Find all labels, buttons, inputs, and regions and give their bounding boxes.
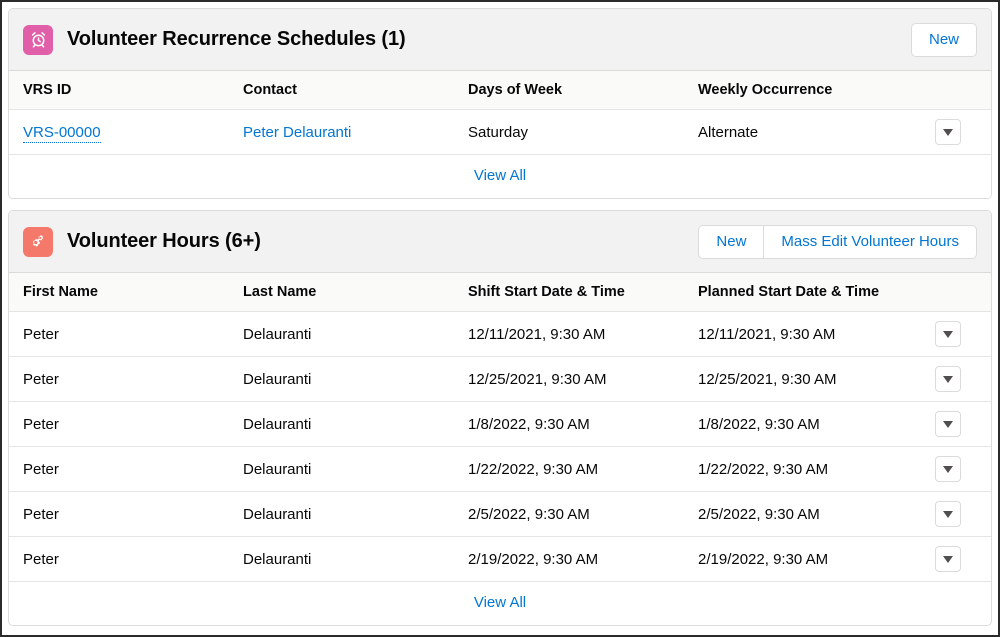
- card-header: Volunteer Hours (6+) New Mass Edit Volun…: [9, 211, 991, 273]
- cell-days-of-week: Saturday: [468, 109, 698, 155]
- cell-planned-start-date-time: 12/11/2021, 9:30 AM: [698, 311, 929, 357]
- column-header-shift-start-date-time[interactable]: Shift Start Date & Time: [468, 273, 698, 312]
- mass-edit-volunteer-hours-button[interactable]: Mass Edit Volunteer Hours: [763, 224, 977, 259]
- page-container: Volunteer Recurrence Schedules (1) New V…: [0, 0, 1000, 637]
- chevron-down-icon: [943, 128, 953, 136]
- cell-row-actions: [929, 311, 991, 357]
- new-button[interactable]: New: [698, 224, 765, 259]
- cell-shift-start-date-time: 2/5/2022, 9:30 AM: [468, 491, 698, 537]
- cell-shift-start-date-time: 1/8/2022, 9:30 AM: [468, 401, 698, 447]
- cell-planned-start-date-time: 1/8/2022, 9:30 AM: [698, 401, 929, 447]
- chevron-down-icon: [943, 555, 953, 563]
- table-row: Peter Delauranti 12/11/2021, 9:30 AM 12/11/…: [9, 311, 991, 357]
- cell-first-name: Peter: [9, 311, 243, 357]
- table-header: VRS ID Contact Days of Week Weekly Occur…: [9, 71, 991, 110]
- cell-row-actions: [929, 446, 991, 492]
- cell-first-name: Peter: [9, 356, 243, 402]
- cell-planned-start-date-time: 1/22/2022, 9:30 AM: [698, 446, 929, 492]
- cell-row-actions: [929, 109, 991, 155]
- cell-row-actions: [929, 491, 991, 537]
- card-actions: New Mass Edit Volunteer Hours: [698, 224, 977, 259]
- chevron-down-icon: [943, 375, 953, 383]
- card-footer: View All: [9, 582, 991, 625]
- cell-last-name: Delauranti: [243, 446, 468, 492]
- volunteer-recurrence-schedules-table: VRS ID Contact Days of Week Weekly Occur…: [9, 71, 991, 155]
- cell-vrs-id: VRS-00000: [9, 109, 243, 155]
- column-header-last-name[interactable]: Last Name: [243, 273, 468, 312]
- table-row: Peter Delauranti 1/22/2022, 9:30 AM 1/22/20…: [9, 446, 991, 492]
- volunteer-hours-card: Volunteer Hours (6+) New Mass Edit Volun…: [8, 210, 992, 626]
- table-body: VRS-00000 Peter Delauranti Saturday Alte…: [9, 109, 991, 155]
- cell-row-actions: [929, 401, 991, 447]
- table-row: VRS-00000 Peter Delauranti Saturday Alte…: [9, 109, 991, 155]
- alarm-clock-icon: [23, 24, 53, 55]
- table-header-row: First Name Last Name Shift Start Date & …: [9, 273, 991, 312]
- cell-first-name: Peter: [9, 536, 243, 582]
- chevron-down-icon: [943, 330, 953, 338]
- table-row: Peter Delauranti 12/25/2021, 9:30 AM 12/25/…: [9, 356, 991, 402]
- chevron-down-icon: [943, 420, 953, 428]
- table-row: Peter Delauranti 1/8/2022, 9:30 AM 1/8/2022…: [9, 401, 991, 447]
- cell-last-name: Delauranti: [243, 401, 468, 447]
- row-actions-button[interactable]: [935, 501, 961, 527]
- row-actions-button[interactable]: [935, 366, 961, 392]
- row-actions-button[interactable]: [935, 456, 961, 482]
- table-header-row: VRS ID Contact Days of Week Weekly Occur…: [9, 71, 991, 110]
- row-actions-button[interactable]: [935, 411, 961, 437]
- cell-planned-start-date-time: 2/5/2022, 9:30 AM: [698, 491, 929, 537]
- card-title: Volunteer Hours (6+): [67, 230, 261, 252]
- cell-shift-start-date-time: 1/22/2022, 9:30 AM: [468, 446, 698, 492]
- column-header-actions: [929, 71, 991, 110]
- cell-contact: Peter Delauranti: [243, 109, 468, 155]
- column-header-actions: [929, 273, 991, 312]
- card-header: Volunteer Recurrence Schedules (1) New: [9, 9, 991, 71]
- cell-last-name: Delauranti: [243, 356, 468, 402]
- column-header-first-name[interactable]: First Name: [9, 273, 243, 312]
- cell-first-name: Peter: [9, 401, 243, 447]
- chevron-down-icon: [943, 510, 953, 518]
- new-button[interactable]: New: [910, 22, 977, 57]
- table-row: Peter Delauranti 2/5/2022, 9:30 AM 2/5/2022…: [9, 491, 991, 537]
- cell-first-name: Peter: [9, 446, 243, 492]
- cell-last-name: Delauranti: [243, 536, 468, 582]
- row-actions-button[interactable]: [935, 119, 961, 145]
- cell-last-name: Delauranti: [243, 491, 468, 537]
- vrs-id-link[interactable]: VRS-00000: [23, 123, 101, 143]
- chevron-down-icon: [943, 465, 953, 473]
- cell-planned-start-date-time: 12/25/2021, 9:30 AM: [698, 356, 929, 402]
- table-body: Peter Delauranti 12/11/2021, 9:30 AM 12/11/…: [9, 311, 991, 582]
- cell-first-name: Peter: [9, 491, 243, 537]
- table-row: Peter Delauranti 2/19/2022, 9:30 AM 2/19/20…: [9, 536, 991, 582]
- volunteer-hours-table: First Name Last Name Shift Start Date & …: [9, 273, 991, 582]
- row-actions-button[interactable]: [935, 546, 961, 572]
- column-header-days-of-week[interactable]: Days of Week: [468, 71, 698, 110]
- row-actions-button[interactable]: [935, 321, 961, 347]
- cell-row-actions: [929, 536, 991, 582]
- column-header-planned-start-date-time[interactable]: Planned Start Date & Time: [698, 273, 929, 312]
- view-all-link[interactable]: View All: [474, 594, 526, 611]
- cell-shift-start-date-time: 12/11/2021, 9:30 AM: [468, 311, 698, 357]
- table-header: First Name Last Name Shift Start Date & …: [9, 273, 991, 312]
- cell-planned-start-date-time: 2/19/2022, 9:30 AM: [698, 536, 929, 582]
- column-header-contact[interactable]: Contact: [243, 71, 468, 110]
- cell-row-actions: [929, 356, 991, 402]
- cell-shift-start-date-time: 12/25/2021, 9:30 AM: [468, 356, 698, 402]
- view-all-link[interactable]: View All: [474, 167, 526, 184]
- column-header-vrs-id[interactable]: VRS ID: [9, 71, 243, 110]
- card-footer: View All: [9, 155, 991, 198]
- cell-weekly-occurrence: Alternate: [698, 109, 929, 155]
- gears-icon: [23, 226, 53, 257]
- contact-link[interactable]: Peter Delauranti: [243, 124, 351, 141]
- column-header-weekly-occurrence[interactable]: Weekly Occurrence: [698, 71, 929, 110]
- cell-last-name: Delauranti: [243, 311, 468, 357]
- volunteer-recurrence-schedules-card: Volunteer Recurrence Schedules (1) New V…: [8, 8, 992, 199]
- cell-shift-start-date-time: 2/19/2022, 9:30 AM: [468, 536, 698, 582]
- card-title: Volunteer Recurrence Schedules (1): [67, 28, 406, 50]
